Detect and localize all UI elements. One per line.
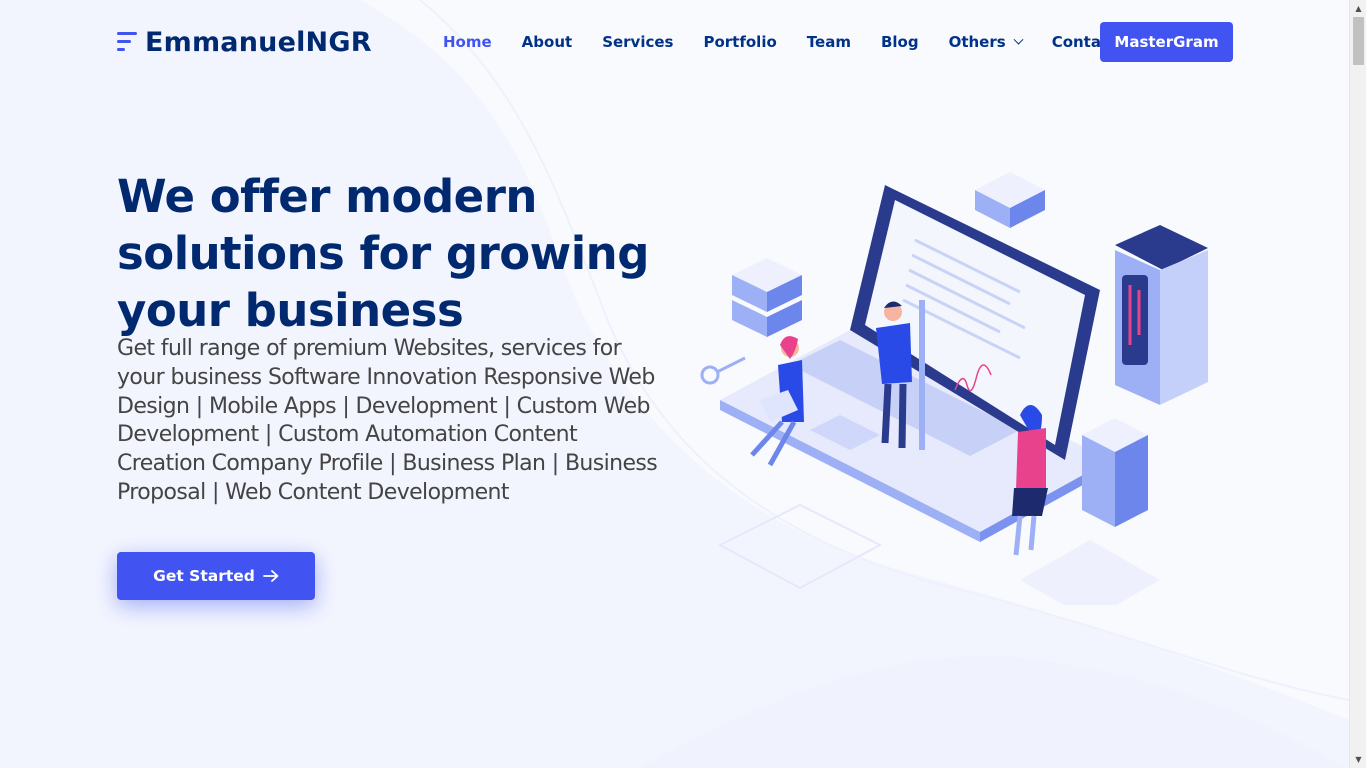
chevron-down-icon: [1013, 34, 1024, 45]
nav-item-blog[interactable]: Blog: [866, 33, 934, 51]
scroll-up-icon[interactable]: ▲: [1350, 0, 1366, 17]
nav-item-portfolio[interactable]: Portfolio: [688, 33, 791, 51]
hero-subtitle: Get full range of premium Websites, serv…: [117, 336, 658, 505]
nav-item-others[interactable]: Others: [934, 33, 1037, 51]
logo[interactable]: EmmanuelNGR: [117, 26, 372, 58]
nav-item-home[interactable]: Home: [428, 33, 507, 51]
main-nav: Home About Services Portfolio Team Blog …: [428, 22, 1132, 62]
hero-illustration: [700, 172, 1208, 605]
get-started-label: Get Started: [153, 567, 255, 585]
scrollbar-thumb[interactable]: [1353, 17, 1364, 65]
site-header: EmmanuelNGR Home About Services Portfoli…: [0, 0, 1349, 84]
nav-item-services[interactable]: Services: [587, 33, 688, 51]
get-started-button[interactable]: Get Started: [117, 552, 315, 600]
nav-item-others-label: Others: [948, 33, 1006, 51]
vertical-scrollbar[interactable]: ▲ ▼: [1349, 0, 1366, 768]
mastergram-button[interactable]: MasterGram: [1100, 22, 1233, 62]
logo-icon: [117, 29, 139, 55]
nav-item-team[interactable]: Team: [792, 33, 866, 51]
hero-title: We offer modern solutions for growing yo…: [117, 170, 649, 337]
hero-content: We offer modern solutions for growing yo…: [117, 168, 677, 508]
scroll-down-icon[interactable]: ▼: [1350, 751, 1366, 768]
arrow-right-icon: [262, 570, 279, 582]
nav-item-about[interactable]: About: [507, 33, 588, 51]
brand-name: EmmanuelNGR: [145, 26, 372, 58]
